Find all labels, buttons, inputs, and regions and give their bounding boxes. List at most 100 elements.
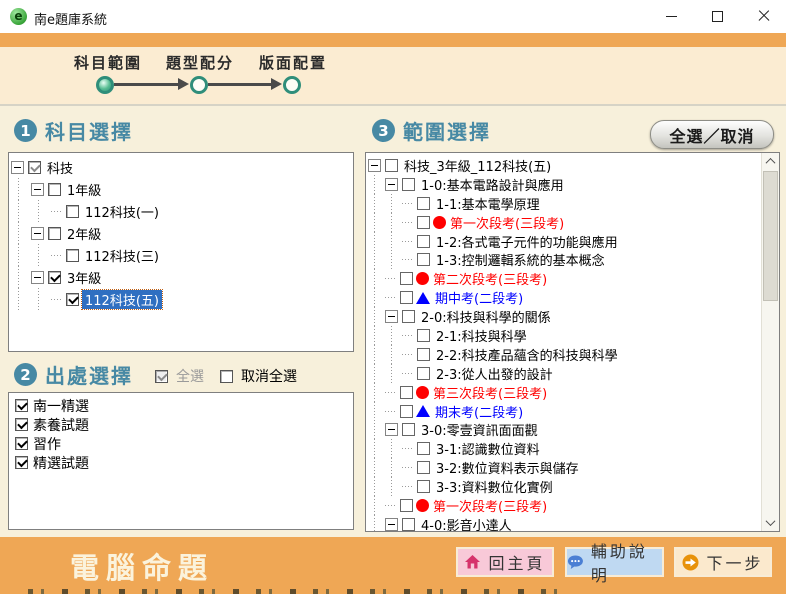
tree-item[interactable]: 112科技(三) <box>11 244 351 266</box>
tree-item-checkbox[interactable] <box>400 386 413 399</box>
tree-item[interactable]: 3-0:零壹資訊面面觀 <box>368 420 760 439</box>
tree-item[interactable]: 3年級 <box>11 266 351 288</box>
expand-collapse-icon[interactable] <box>31 227 44 240</box>
expand-collapse-icon[interactable] <box>368 159 381 172</box>
tree-item-label[interactable]: 第三次段考(三段考) <box>430 383 550 402</box>
tree-item-label[interactable]: 4-0:影音小達人 <box>418 515 515 532</box>
source-list-item[interactable]: 素養試題 <box>13 415 89 434</box>
tree-item-label[interactable]: 期中考(二段考) <box>432 288 526 307</box>
source-item-checkbox[interactable] <box>15 437 28 450</box>
expand-collapse-icon[interactable] <box>385 518 398 531</box>
tree-item-checkbox[interactable] <box>417 442 430 455</box>
tree-item-label[interactable]: 3年級 <box>64 268 104 287</box>
deselect-all-checkbox-group[interactable]: 取消全選 <box>218 366 297 386</box>
tree-item-label[interactable]: 1-2:各式電子元件的功能與應用 <box>433 232 621 251</box>
tree-item-checkbox[interactable] <box>417 216 430 229</box>
tree-item-label[interactable]: 112科技(五) <box>82 290 162 309</box>
maximize-button[interactable] <box>695 0 740 32</box>
tree-item[interactable]: 2-0:科技與科學的關係 <box>368 307 760 326</box>
tree-item-checkbox[interactable] <box>417 367 430 380</box>
tree-item[interactable]: 第一次段考(三段考) <box>368 496 760 515</box>
tree-item-label[interactable]: 2-3:從人出發的設計 <box>433 364 556 383</box>
tree-item-label[interactable]: 2-2:科技產品蘊含的科技與科學 <box>433 345 621 364</box>
tree-item[interactable]: 第一次段考(三段考) <box>368 213 760 232</box>
tree-item[interactable]: 1-3:控制邏輯系統的基本概念 <box>368 250 760 269</box>
tree-item-checkbox[interactable] <box>66 205 79 218</box>
expand-collapse-icon[interactable] <box>11 161 24 174</box>
source-list-item[interactable]: 精選試題 <box>13 453 89 472</box>
tree-item-checkbox[interactable] <box>417 480 430 493</box>
tree-item[interactable]: 1-1:基本電學原理 <box>368 194 760 213</box>
tree-item[interactable]: 期末考(二段考) <box>368 402 760 421</box>
close-button[interactable] <box>741 0 786 32</box>
tree-item-label[interactable]: 3-2:數位資料表示與儲存 <box>433 458 582 477</box>
tree-item-label[interactable]: 3-0:零壹資訊面面觀 <box>418 420 541 439</box>
next-step-button[interactable]: 下一步 <box>674 547 772 577</box>
tree-item[interactable]: 2-1:科技與科學 <box>368 326 760 345</box>
tree-item[interactable]: 112科技(五) <box>11 288 351 310</box>
tree-item[interactable]: 科技_3年級_112科技(五) <box>368 156 760 175</box>
tree-item[interactable]: 1-2:各式電子元件的功能與應用 <box>368 232 760 251</box>
tree-item-checkbox[interactable] <box>417 348 430 361</box>
tree-item[interactable]: 2年級 <box>11 222 351 244</box>
tree-item[interactable]: 1-0:基本電路設計與應用 <box>368 175 760 194</box>
select-toggle-button[interactable]: 全選／取消 <box>650 120 774 149</box>
tree-item-label[interactable]: 1-1:基本電學原理 <box>433 194 543 213</box>
tree-item-checkbox[interactable] <box>48 227 61 240</box>
tree-item-checkbox[interactable] <box>400 405 413 418</box>
vertical-scrollbar[interactable] <box>761 153 779 531</box>
tree-item[interactable]: 3-1:認識數位資料 <box>368 439 760 458</box>
tree-item-label[interactable]: 第二次段考(三段考) <box>430 269 550 288</box>
expand-collapse-icon[interactable] <box>31 183 44 196</box>
tree-item-checkbox[interactable] <box>28 161 41 174</box>
tree-item[interactable]: 3-2:數位資料表示與儲存 <box>368 458 760 477</box>
select-all-checkbox-group[interactable]: 全選 <box>153 366 204 386</box>
tree-item-label[interactable]: 1年級 <box>64 180 104 199</box>
source-list-item[interactable]: 南一精選 <box>13 396 89 415</box>
tree-item-label[interactable]: 3-1:認識數位資料 <box>433 439 543 458</box>
expand-collapse-icon[interactable] <box>31 271 44 284</box>
tree-item-label[interactable]: 2-0:科技與科學的關係 <box>418 307 554 326</box>
expand-collapse-icon[interactable] <box>385 310 398 323</box>
tree-item-label[interactable]: 112科技(三) <box>82 246 162 265</box>
tree-item-checkbox[interactable] <box>66 249 79 262</box>
scroll-down-button[interactable] <box>762 514 779 531</box>
tree-item-label[interactable]: 112科技(一) <box>82 202 162 221</box>
scrollbar-thumb[interactable] <box>763 171 778 301</box>
home-button[interactable]: 回主頁 <box>456 547 554 577</box>
tree-item-label[interactable]: 1-0:基本電路設計與應用 <box>418 175 567 194</box>
tree-item[interactable]: 第二次段考(三段考) <box>368 269 760 288</box>
expand-collapse-icon[interactable] <box>385 178 398 191</box>
tree-item-checkbox[interactable] <box>417 461 430 474</box>
tree-item[interactable]: 第三次段考(三段考) <box>368 383 760 402</box>
tree-item-label[interactable]: 科技_3年級_112科技(五) <box>401 156 554 175</box>
source-list-item[interactable]: 習作 <box>13 434 89 453</box>
tree-item-checkbox[interactable] <box>48 271 61 284</box>
tree-item[interactable]: 1年級 <box>11 178 351 200</box>
select-all-checkbox[interactable] <box>155 370 168 383</box>
tree-item-checkbox[interactable] <box>400 499 413 512</box>
tree-item-label[interactable]: 第一次段考(三段考) <box>447 213 567 232</box>
minimize-button[interactable] <box>649 0 694 32</box>
tree-item-checkbox[interactable] <box>400 272 413 285</box>
source-item-checkbox[interactable] <box>15 456 28 469</box>
tree-item[interactable]: 2-3:從人出發的設計 <box>368 364 760 383</box>
tree-item-checkbox[interactable] <box>417 329 430 342</box>
tree-item[interactable]: 2-2:科技產品蘊含的科技與科學 <box>368 345 760 364</box>
tree-item-label[interactable]: 期末考(二段考) <box>432 402 526 421</box>
tree-item[interactable]: 3-3:資料數位化實例 <box>368 477 760 496</box>
tree-item[interactable]: 科技 <box>11 156 351 178</box>
tree-item-checkbox[interactable] <box>417 197 430 210</box>
source-item-checkbox[interactable] <box>15 418 28 431</box>
tree-item-checkbox[interactable] <box>385 159 398 172</box>
tree-item-checkbox[interactable] <box>417 253 430 266</box>
tree-item-label[interactable]: 科技 <box>44 158 76 177</box>
tree-item-checkbox[interactable] <box>400 291 413 304</box>
expand-collapse-icon[interactable] <box>385 423 398 436</box>
tree-item-checkbox[interactable] <box>402 423 415 436</box>
tree-item-checkbox[interactable] <box>402 518 415 531</box>
tree-item[interactable]: 4-0:影音小達人 <box>368 515 760 532</box>
tree-item-checkbox[interactable] <box>402 178 415 191</box>
deselect-all-checkbox[interactable] <box>220 370 233 383</box>
tree-item-checkbox[interactable] <box>48 183 61 196</box>
